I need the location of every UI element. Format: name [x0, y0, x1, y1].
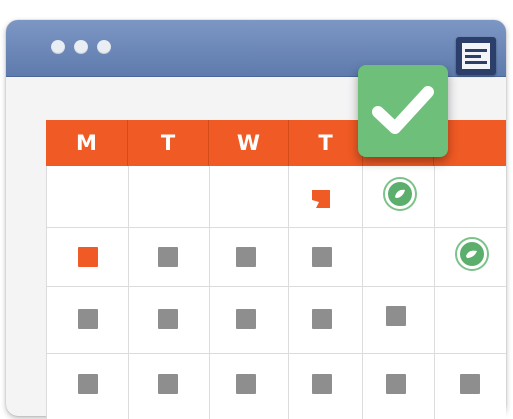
event-square[interactable] [386, 374, 406, 394]
window-dot-3[interactable] [97, 40, 111, 54]
event-square[interactable] [158, 374, 178, 394]
window-dot-2[interactable] [74, 40, 88, 54]
window-dot-1[interactable] [51, 40, 65, 54]
completed-badge-icon[interactable] [455, 237, 489, 271]
event-square-orange[interactable] [78, 247, 98, 267]
event-square[interactable] [386, 306, 406, 326]
stage: M T W T [0, 0, 513, 419]
weekday-thursday: T [289, 120, 363, 166]
event-square[interactable] [312, 247, 332, 267]
event-square[interactable] [78, 374, 98, 394]
event-square[interactable] [236, 247, 256, 267]
event-square[interactable] [236, 374, 256, 394]
weekday-wednesday: W [209, 120, 289, 166]
orange-flag-icon[interactable] [310, 188, 332, 210]
checkmark-icon [372, 86, 434, 134]
event-square[interactable] [236, 309, 256, 329]
event-square[interactable] [158, 309, 178, 329]
weekday-tuesday: T [128, 120, 209, 166]
calendar-body [46, 166, 506, 419]
leaf-icon [460, 242, 484, 266]
event-square[interactable] [312, 374, 332, 394]
checkmark-card[interactable] [358, 65, 448, 157]
leaf-icon [388, 182, 412, 206]
event-square[interactable] [78, 309, 98, 329]
event-square[interactable] [460, 374, 480, 394]
event-square[interactable] [158, 247, 178, 267]
hamburger-menu-icon[interactable] [456, 37, 496, 75]
event-square[interactable] [312, 309, 332, 329]
weekday-monday: M [46, 120, 128, 166]
calendar-grid: M T W T [46, 120, 506, 419]
completed-badge-icon[interactable] [383, 177, 417, 211]
